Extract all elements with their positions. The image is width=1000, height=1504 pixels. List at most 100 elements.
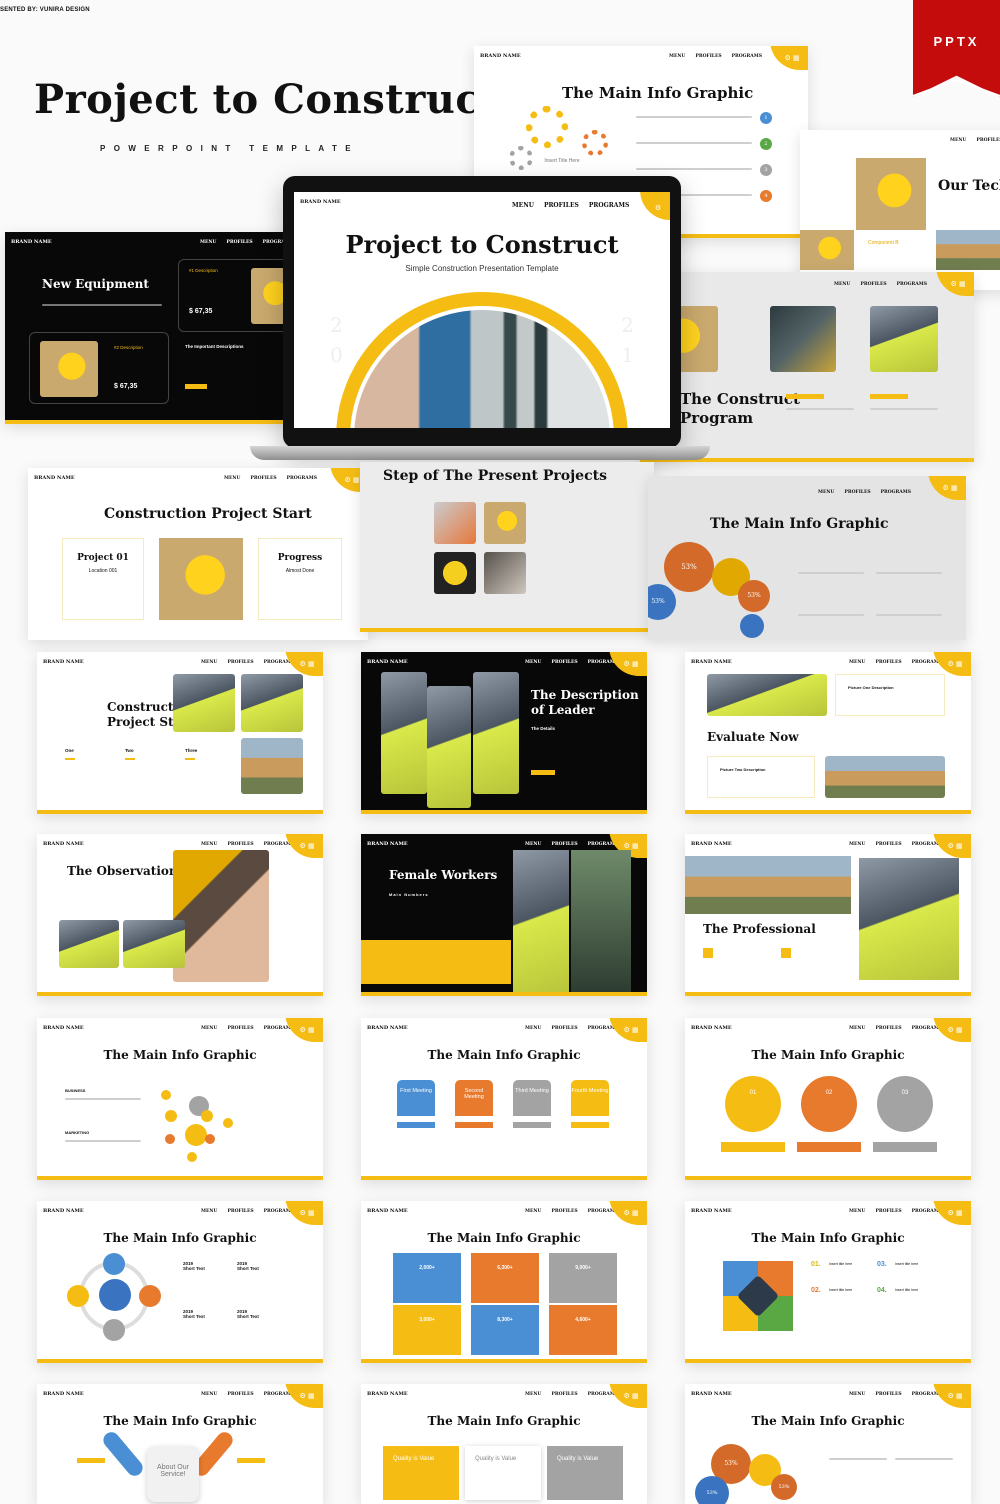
- corner-icons: ⚙ ▦: [933, 1018, 971, 1042]
- flask-bubble-icon: [161, 1090, 171, 1100]
- corner-icons: ⚙ ▦: [609, 1384, 647, 1408]
- brand-name: BRAND NAME: [364, 1388, 408, 1399]
- corner-icons: ⚙ ▦: [285, 1201, 323, 1225]
- corner-icons: ⚙ ▦: [933, 1201, 971, 1225]
- hard-hat-photo: [856, 158, 926, 230]
- project-card: Project 01 Location 001: [62, 538, 144, 620]
- flask-bubble-icon: [165, 1134, 175, 1144]
- tools-icon: [703, 948, 713, 958]
- slide-thumbnail[interactable]: BRAND NAME MENU PROFILES PROGRAMS ⚙ ▦ The …: [37, 834, 323, 996]
- slide-title: Step of The Present Projects: [383, 468, 607, 484]
- slide-nav: MENU PROFILES PROGRAMS: [669, 54, 762, 59]
- laptop-screen[interactable]: BRAND NAME MENU PROFILES PROGRAMS ⚙ Projec…: [294, 192, 670, 428]
- brand-name: BRAND NAME: [688, 1205, 732, 1216]
- stat-box: 8,300+: [471, 1305, 539, 1355]
- slide-nav: MENU PROFILES PROGRAMS: [849, 1026, 942, 1031]
- slide-thumbnail[interactable]: BRAND NAME MENU PROFILES PROGRAMS ⚙ ▦ The …: [685, 834, 971, 996]
- brand-name: BRAND NAME: [688, 1022, 732, 1033]
- slide-thumbnail[interactable]: BRAND NAME MENU PROFILES PROGRAMS ⚙ ▦ The …: [37, 1018, 323, 1180]
- step-badge: 4: [760, 190, 772, 202]
- slide-thumbnail[interactable]: BRAND NAME MENU PROFILES PROGRAMS ⚙ ▦ The …: [37, 1201, 323, 1363]
- brand-name: BRAND NAME: [297, 196, 341, 207]
- brand-name: BRAND NAME: [31, 472, 75, 483]
- flask-bubble-icon: [185, 1124, 207, 1146]
- slide-nav: MENU PROFILES PROGRAMS: [818, 490, 911, 495]
- slide-our-tech[interactable]: MENUPROFILES Our Tech Component B: [800, 130, 1000, 290]
- brand-name: BRAND NAME: [8, 236, 52, 247]
- read-more-button[interactable]: [531, 770, 555, 775]
- slide-title: The Construct Program: [680, 390, 800, 427]
- slide-nav: MENU PROFILES PROGRAMS: [849, 1209, 942, 1214]
- tree-bubble: 53%: [648, 584, 676, 620]
- slide-nav: MENU PROFILES PROGRAMS: [201, 1209, 294, 1214]
- step-badge: 2: [760, 138, 772, 150]
- brand-name: BRAND NAME: [40, 1205, 84, 1216]
- slide-nav: MENU PROFILES PROGRAMS: [525, 842, 618, 847]
- slide-thumbnail[interactable]: BRAND NAME MENU PROFILES PROGRAMS ⚙ ▦ Eval…: [685, 652, 971, 814]
- flask-bubble-icon: [201, 1110, 213, 1122]
- brand-name: BRAND NAME: [364, 838, 408, 849]
- stat-box: 4,600+: [549, 1305, 617, 1355]
- slide-nav: MENU PROFILES PROGRAMS: [849, 842, 942, 847]
- tree-bubble: 53%: [771, 1474, 797, 1500]
- year-label: 2019 Short Text: [183, 1261, 205, 1271]
- gear-center-label: Insert Title Here: [544, 158, 580, 164]
- slide-new-equipment[interactable]: BRAND NAME MENU PROFILES PROGRAMS New Equi…: [5, 232, 295, 424]
- slide-nav: MENUPROFILES: [950, 138, 1000, 143]
- step-badge: 1: [760, 112, 772, 124]
- meeting-box: Third Meeting: [513, 1080, 551, 1116]
- hero-subtitle: POWERPOINT TEMPLATE: [100, 144, 360, 153]
- corner-icons: ⚙ ▦: [285, 1384, 323, 1408]
- heart-icon: [781, 948, 791, 958]
- scaffold-photo: [936, 230, 1000, 270]
- slide-steps[interactable]: Step of The Present Projects: [360, 462, 654, 632]
- slide-title: The Main Info Graphic: [751, 1414, 905, 1428]
- slide-thumbnail[interactable]: BRAND NAME MENU PROFILES PROGRAMS ⚙ ▦ The …: [361, 1201, 647, 1363]
- stat-box: 9,000+: [549, 1253, 617, 1303]
- slide-nav: MENU PROFILES PROGRAMS: [200, 240, 293, 245]
- slide-thumbnail[interactable]: BRAND NAME MENU PROFILES PROGRAMS ⚙ ▦ The …: [685, 1384, 971, 1504]
- slide-title: The Main Info Graphic: [562, 84, 754, 102]
- numbered-circle: 03: [877, 1076, 933, 1132]
- brand-name: BRAND NAME: [40, 1022, 84, 1033]
- slide-nav: MENU PROFILES PROGRAMS: [201, 1392, 294, 1397]
- pptx-badge-label: PPTX: [933, 34, 980, 49]
- tree-bubble: 53%: [738, 580, 770, 612]
- program-tag: [870, 394, 908, 399]
- step-photo: [484, 552, 526, 594]
- slide-title: The Main Info Graphic: [103, 1231, 257, 1245]
- important-heading: The Important Descriptions: [185, 344, 244, 349]
- laptop-base: [250, 446, 710, 460]
- slide-title: Female Workers: [389, 868, 498, 882]
- slide-thumbnail[interactable]: BRAND NAME MENU PROFILES PROGRAMS ⚙ ▦ The …: [361, 1018, 647, 1180]
- slide-nav: MENU PROFILES PROGRAMS: [525, 1026, 618, 1031]
- slide-thumbnail[interactable]: BRAND NAME MENU PROFILES PROGRAMS ⚙ ▦ The …: [37, 1384, 323, 1504]
- about-service-box: About Our Service!: [147, 1446, 199, 1502]
- year-label: 2019 Short Text: [237, 1309, 259, 1319]
- slide-tree-infographic[interactable]: MENU PROFILES PROGRAMS ⚙ ▦ The Main Info G…: [648, 476, 966, 640]
- brand-name: BRAND NAME: [477, 50, 521, 61]
- flask-bubble-icon: [165, 1110, 177, 1122]
- slide-thumbnail[interactable]: BRAND NAME MENU PROFILES PROGRAMS ⚙ ▦ The …: [685, 1201, 971, 1363]
- corner-icons: ⚙ ▦: [933, 1384, 971, 1408]
- flask-bubble-icon: [187, 1152, 197, 1162]
- slide-thumbnail[interactable]: BRAND NAME MENU PROFILES PROGRAMS ⚙ ▦ Fema…: [361, 834, 647, 996]
- step-number: 01.: [811, 1261, 821, 1268]
- slide-thumbnail[interactable]: BRAND NAME MENU PROFILES PROGRAMS ⚙ ▦ Cons…: [37, 652, 323, 814]
- slide-construction-project-start[interactable]: BRAND NAME MENU PROFILES PROGRAMS ⚙ ▦ Cons…: [28, 468, 368, 640]
- slide-title: The Main Info Graphic: [751, 1048, 905, 1062]
- gear-yellow-icon: [526, 106, 568, 148]
- slide-thumbnail[interactable]: BRAND NAME MENU PROFILES PROGRAMS ⚙ ▦ The …: [685, 1018, 971, 1180]
- slide-nav: MENU PROFILES PROGRAMS: [224, 476, 317, 481]
- slide-thumbnail[interactable]: BRAND NAME MENU PROFILES PROGRAMS ⚙ ▦ The …: [361, 652, 647, 814]
- slide-nav: MENU PROFILES PROGRAMS: [849, 660, 942, 665]
- slide-construct-program[interactable]: MENU PROFILES PROGRAMS ⚙ ▦ The Construct Pr…: [640, 272, 974, 462]
- slide-title: Evaluate Now: [707, 730, 799, 744]
- slide-thumbnail[interactable]: BRAND NAME MENU PROFILES PROGRAMS ⚙ ▦ The …: [361, 1384, 647, 1504]
- read-more-button[interactable]: [185, 384, 207, 389]
- brand-name: BRAND NAME: [688, 1388, 732, 1399]
- corner-icons: ⚙ ▦: [285, 834, 323, 858]
- step-number: 02.: [811, 1287, 821, 1294]
- brand-name: BRAND NAME: [40, 838, 84, 849]
- slide-title: The Observations: [67, 864, 185, 878]
